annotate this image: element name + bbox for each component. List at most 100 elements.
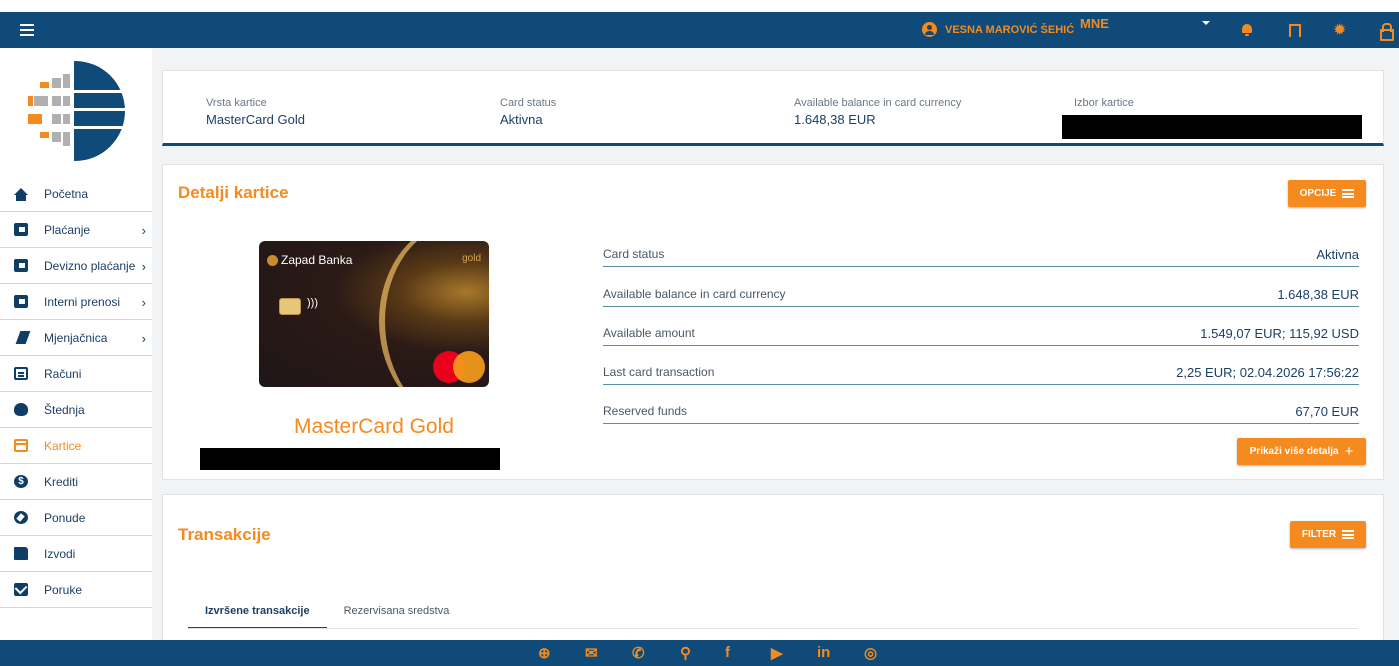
- sidebar-item-label: Poruke: [44, 582, 83, 597]
- sidebar-item-placanje[interactable]: Plaćanje ›: [0, 212, 152, 248]
- lock-icon[interactable]: [1378, 22, 1394, 41]
- user-icon: [922, 22, 937, 37]
- wallet-icon: [14, 223, 28, 236]
- redacted-card-number: [200, 448, 500, 470]
- globe-icon[interactable]: ⊕: [538, 644, 551, 662]
- status-value: Aktivna: [500, 112, 543, 127]
- sidebar-item-krediti[interactable]: $ Krediti: [0, 464, 152, 500]
- detail-row: Last card transaction 2,25 EUR; 02.04.20…: [603, 363, 1359, 385]
- detail-label: Reserved funds: [603, 404, 688, 418]
- transaction-tabs: Izvršene transakcije Rezervisana sredstv…: [188, 605, 466, 629]
- sidebar-item-izvodi[interactable]: Izvodi: [0, 536, 152, 572]
- card-summary: Vrsta kartice MasterCard Gold Card statu…: [162, 70, 1384, 146]
- bookmark-icon[interactable]: [1286, 22, 1302, 38]
- folder-icon: [14, 547, 28, 560]
- linkedin-icon[interactable]: in: [817, 644, 830, 661]
- sidebar-item-label: Izvodi: [44, 546, 76, 561]
- card-image: Zapad Banka gold ))): [259, 241, 489, 387]
- detail-value: 2,25 EUR; 02.04.2026 17:56:22: [1176, 365, 1359, 380]
- sidebar-item-poruke[interactable]: Poruke: [0, 572, 152, 608]
- credit-card-icon: [14, 439, 28, 452]
- youtube-icon[interactable]: ▶: [771, 644, 783, 662]
- main-content: Vrsta kartice MasterCard Gold Card statu…: [152, 48, 1399, 654]
- phone-icon[interactable]: ✆: [632, 644, 645, 662]
- sidebar-item-label: Plaćanje: [44, 222, 91, 237]
- sidebar-item-label: Ponude: [44, 510, 86, 525]
- instagram-icon[interactable]: ◎: [864, 644, 877, 662]
- sidebar-item-stednja[interactable]: Štednja: [0, 392, 152, 428]
- filter-label: FILTER: [1301, 529, 1337, 540]
- sidebar-item-label: Računi: [44, 366, 82, 381]
- detail-value: 1.648,38 EUR: [1277, 287, 1359, 302]
- mastercard-logo-icon: [433, 351, 485, 383]
- summary-balance: Available balance in card currency 1.648…: [794, 97, 961, 127]
- show-more-label: Prikaži više detalja: [1249, 446, 1339, 457]
- detail-row: Reserved funds 67,70 EUR: [603, 402, 1359, 424]
- sidebar-item-label: Krediti: [44, 474, 79, 489]
- filter-button[interactable]: FILTER: [1290, 521, 1366, 548]
- sidebar-item-devizno-placanje[interactable]: Devizno plaćanje ›: [0, 248, 152, 284]
- sidebar-item-pocetna[interactable]: Početna: [0, 176, 152, 212]
- language-select[interactable]: MNE: [1080, 16, 1210, 44]
- piggy-bank-icon: [14, 403, 28, 416]
- wallet-icon: [14, 259, 28, 272]
- tabs-divider: [188, 628, 1358, 629]
- detail-label: Card status: [603, 247, 665, 261]
- user-menu[interactable]: VESNA MAROVIĆ ŠEHIĆ: [922, 22, 1074, 37]
- card-bank-name: Zapad Banka: [267, 253, 352, 267]
- detail-label: Last card transaction: [603, 365, 715, 379]
- detail-label: Available amount: [603, 326, 695, 340]
- mail-icon[interactable]: ✉: [585, 644, 598, 662]
- chevron-right-icon: ›: [141, 223, 146, 238]
- globe-logo-icon: [267, 254, 278, 266]
- exchange-icon: [15, 331, 31, 344]
- sidebar-item-label: Početna: [44, 186, 89, 201]
- sidebar-item-label: Kartice: [44, 438, 82, 453]
- facebook-icon[interactable]: f: [725, 644, 730, 661]
- detail-label: Available balance in card currency: [603, 287, 786, 301]
- plus-icon: +: [1344, 443, 1354, 460]
- status-label: Card status: [500, 97, 557, 109]
- sidebar-item-label: Mjenjačnica: [44, 330, 108, 345]
- sidebar-item-label: Štednja: [44, 402, 85, 417]
- language-value: MNE: [1080, 16, 1109, 31]
- location-icon[interactable]: ⚲: [680, 644, 691, 662]
- sidebar: Početna Plaćanje › Devizno plaćanje › In…: [0, 48, 152, 640]
- chip-icon: [279, 298, 301, 315]
- section-title: Detalji kartice: [178, 183, 289, 202]
- chevron-right-icon: ›: [141, 331, 146, 346]
- gear-icon[interactable]: [1332, 20, 1348, 40]
- sidebar-item-interni-prenosi[interactable]: Interni prenosi ›: [0, 284, 152, 320]
- sidebar-item-racuni[interactable]: Računi: [0, 356, 152, 392]
- balance-label: Available balance in card currency: [794, 97, 962, 109]
- card-bank-label: Zapad Banka: [281, 253, 353, 267]
- sidebar-item-kartice[interactable]: Kartice: [0, 428, 152, 464]
- detail-value: 67,70 EUR: [1295, 404, 1359, 419]
- document-icon: [14, 367, 28, 380]
- detail-value: Aktivna: [1316, 247, 1359, 262]
- card-select[interactable]: Izbor kartice: [1074, 97, 1134, 109]
- sidebar-item-mjenjacnica[interactable]: Mjenjačnica ›: [0, 320, 152, 356]
- contactless-icon: ))): [307, 297, 318, 309]
- options-label: OPCIJE: [1299, 188, 1337, 199]
- bell-icon[interactable]: [1239, 22, 1255, 38]
- chevron-right-icon: ›: [141, 259, 146, 274]
- options-button[interactable]: OPCIJE: [1288, 180, 1366, 207]
- detail-row: Available balance in card currency 1.648…: [603, 285, 1359, 307]
- redacted-card-number[interactable]: [1062, 115, 1362, 139]
- mail-icon: [14, 583, 28, 596]
- sidebar-item-label: Interni prenosi: [44, 294, 121, 309]
- menu-icon[interactable]: [20, 24, 34, 36]
- card-details-panel: Detalji kartice OPCIJE Zapad Banka gold …: [162, 164, 1384, 480]
- tab-reserved-funds[interactable]: Rezervisana sredstva: [327, 605, 467, 629]
- top-bar: VESNA MAROVIĆ ŠEHIĆ MNE: [0, 12, 1399, 48]
- card-tier: gold: [462, 253, 481, 264]
- sidebar-item-ponude[interactable]: Ponude: [0, 500, 152, 536]
- tab-executed-transactions[interactable]: Izvršene transakcije: [188, 605, 327, 629]
- user-name: VESNA MAROVIĆ ŠEHIĆ: [945, 23, 1075, 36]
- chevron-right-icon: ›: [141, 295, 146, 310]
- show-more-details-button[interactable]: Prikaži više detalja +: [1237, 438, 1366, 465]
- detail-row: Card status Aktivna: [603, 245, 1359, 267]
- bank-logo: [24, 60, 126, 162]
- transactions-panel: Transakcije FILTER Izvršene transakcije …: [162, 494, 1384, 654]
